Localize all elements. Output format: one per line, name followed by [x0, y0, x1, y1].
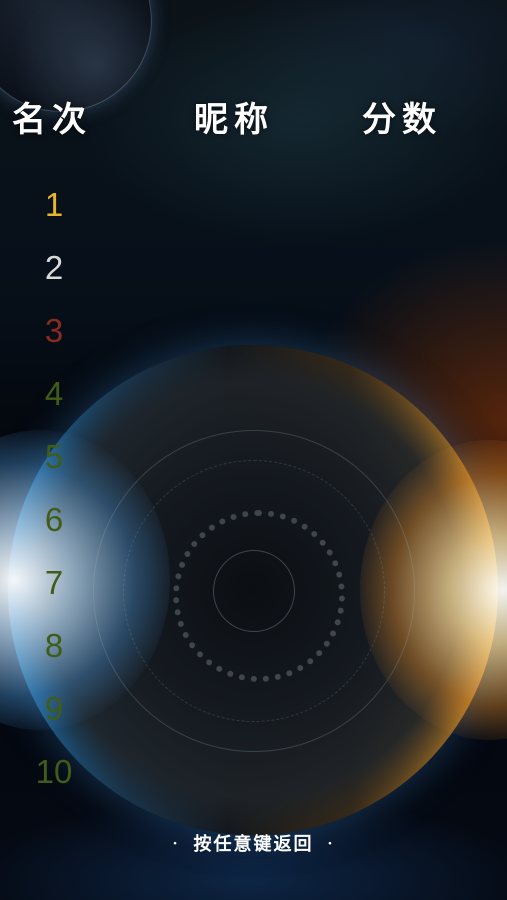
rank-number: 5: [44, 438, 64, 475]
rank-number: 3: [44, 312, 64, 349]
return-hint[interactable]: · 按任意键返回 ·: [0, 830, 507, 856]
rank-column-header: 名次: [12, 100, 92, 140]
nickname-column-header: 昵称: [194, 100, 274, 140]
rank-number: 2: [44, 249, 64, 286]
leaderboard-row: 2: [0, 248, 507, 288]
leaderboard-row: 5: [0, 437, 507, 477]
leaderboard-row: 3: [0, 311, 507, 351]
score-column-header: 分数: [362, 100, 442, 140]
rank-number: 8: [44, 627, 64, 664]
rank-number: 1: [44, 186, 64, 223]
return-hint-text: 按任意键返回: [193, 834, 314, 855]
rank-number: 10: [35, 753, 73, 790]
leaderboard-row: 9: [0, 689, 507, 729]
bullet-dot-left: ·: [172, 836, 180, 852]
leaderboard-row: 8: [0, 626, 507, 666]
leaderboard-row: 4: [0, 374, 507, 414]
leaderboard-row: 1: [0, 185, 507, 225]
leaderboard-row: 7: [0, 563, 507, 603]
rank-number: 4: [44, 375, 64, 412]
leaderboard-row: 6: [0, 500, 507, 540]
leaderboard-row: 10: [0, 752, 507, 792]
rank-number: 6: [44, 501, 64, 538]
rank-number: 9: [44, 690, 64, 727]
rank-number: 7: [44, 564, 64, 601]
bullet-dot-right: ·: [327, 836, 335, 852]
leaderboard-header: 名次 昵称 分数: [0, 92, 507, 140]
